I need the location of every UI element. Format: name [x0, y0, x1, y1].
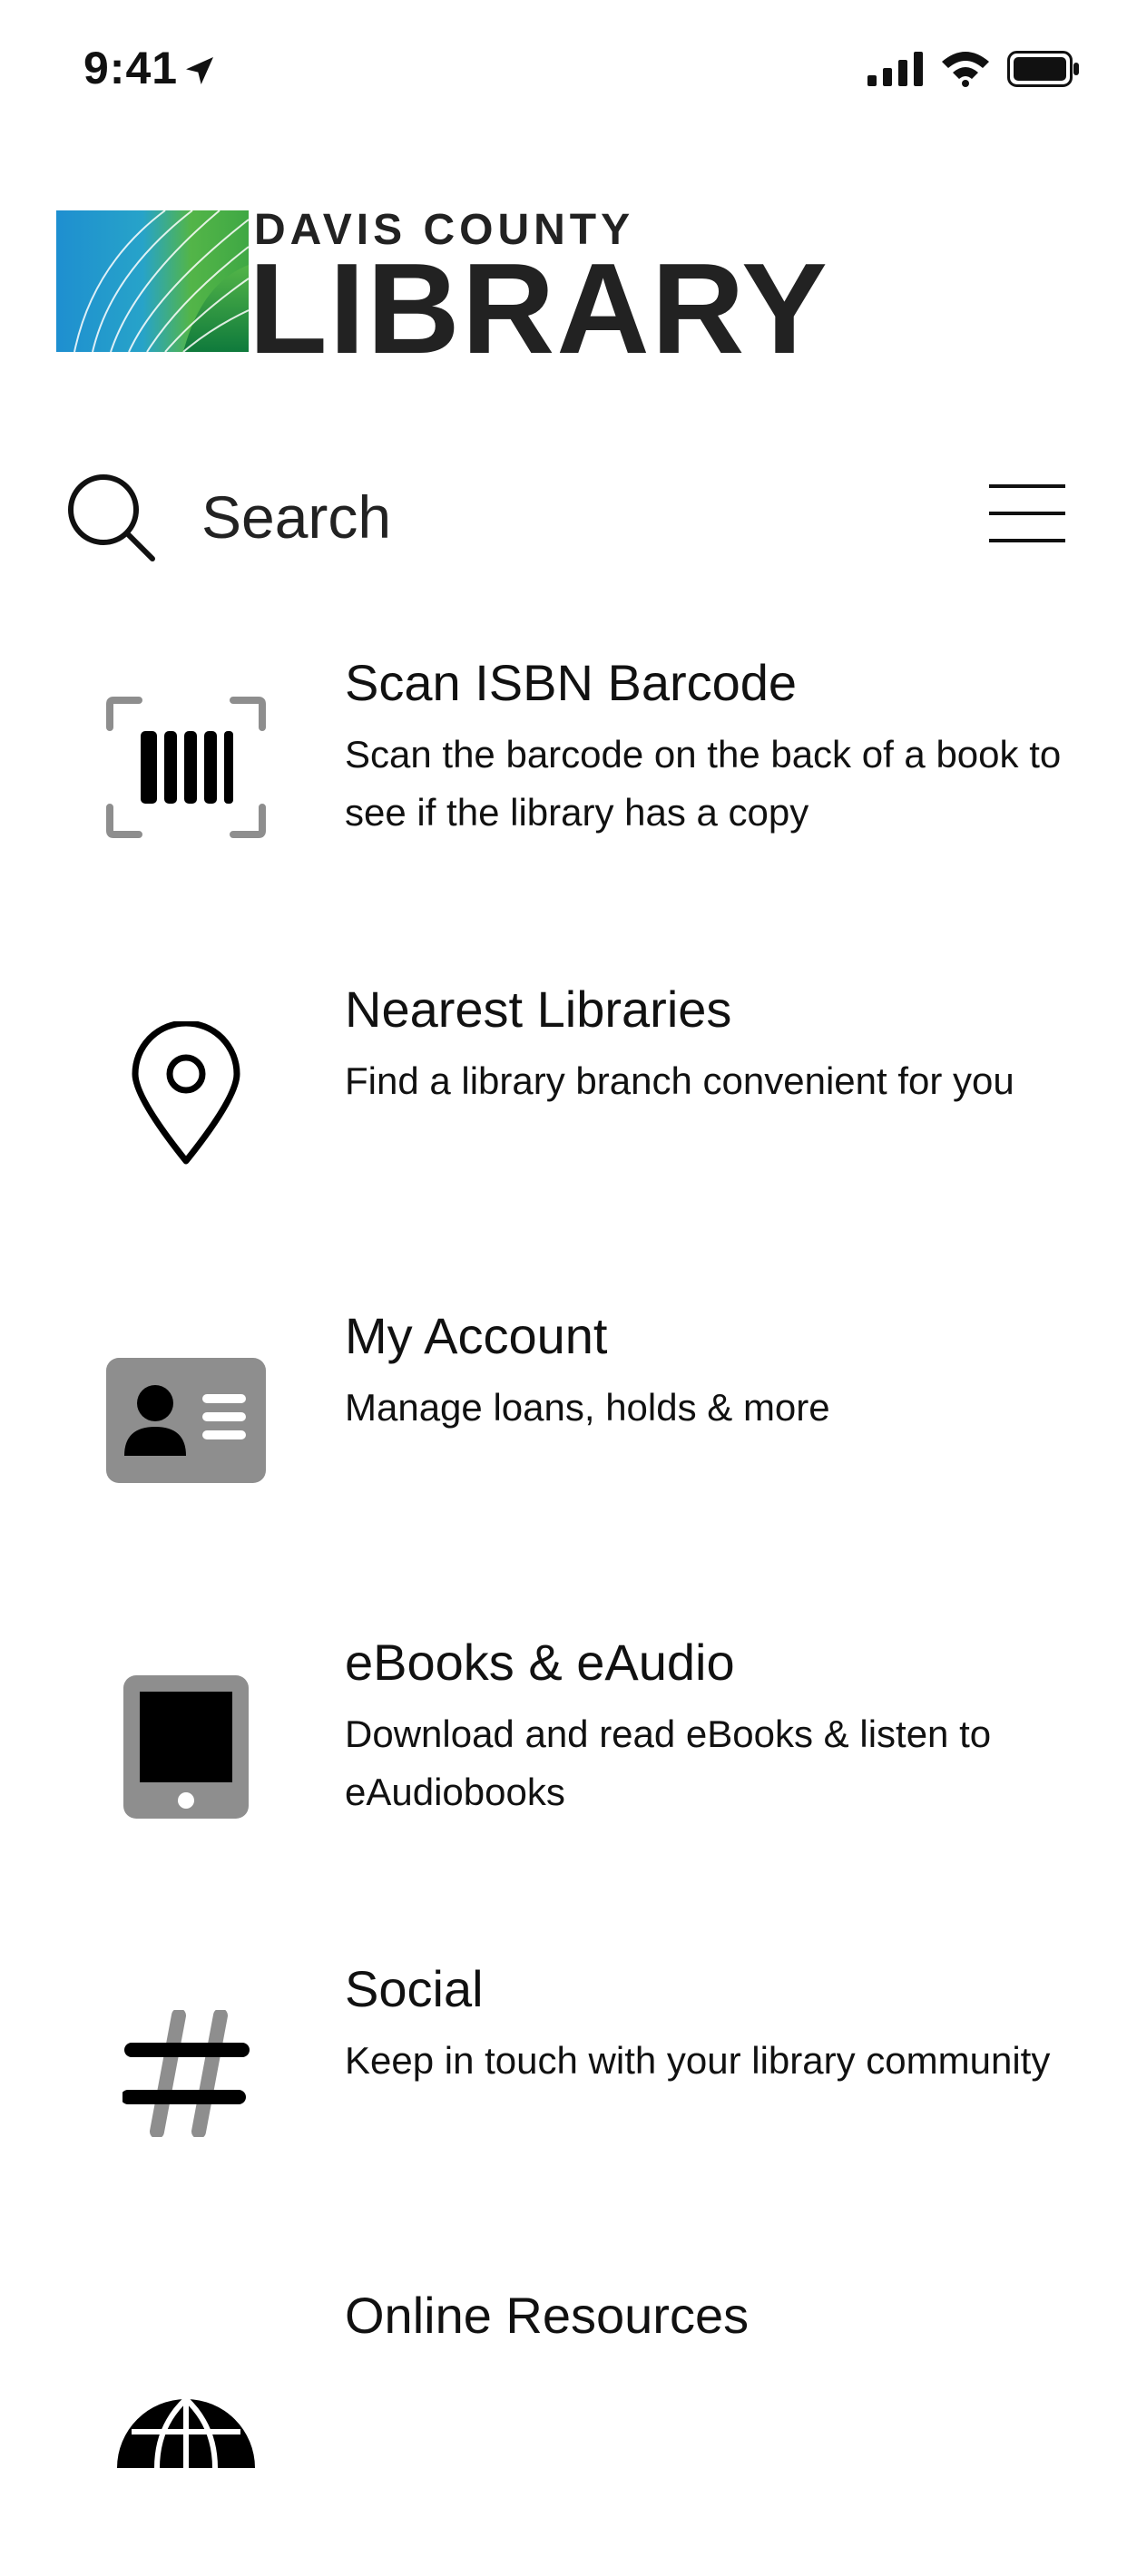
menu-item-description: Keep in touch with your library communit… [345, 2039, 1051, 2082]
hashtag-icon [95, 1983, 277, 2164]
search-icon[interactable] [64, 470, 158, 569]
menu-item-title: eBooks & eAudio [345, 1634, 735, 1691]
menu-item-scan-isbn-barcode[interactable]: Scan ISBN Barcode Scan the barcode on th… [0, 653, 1127, 943]
menu-item-description: Find a library branch convenient for you [345, 1059, 1014, 1102]
globe-icon [95, 2340, 277, 2522]
status-time: 9:41 [83, 43, 179, 93]
location-pin-icon [95, 1003, 277, 1185]
menu-item-social[interactable]: Social Keep in touch with your library c… [0, 1959, 1127, 2249]
menu-item-description: Scan the barcode on the back of a book t… [345, 733, 1062, 834]
menu-item-description: Manage loans, holds & more [345, 1386, 830, 1429]
search-bar [0, 454, 1127, 581]
menu-item-online-resources[interactable]: Online Resources [0, 2286, 1127, 2576]
menu-item-nearest-libraries[interactable]: Nearest Libraries Find a library branch … [0, 980, 1127, 1270]
hamburger-menu-icon[interactable] [989, 481, 1065, 551]
barcode-scan-icon [95, 677, 277, 858]
location-arrow-icon [181, 53, 218, 93]
cellular-signal-icon [867, 52, 924, 91]
account-card-icon [95, 1330, 277, 1511]
menu-item-ebooks-eaudio[interactable]: eBooks & eAudio Download and read eBooks… [0, 1633, 1127, 1923]
search-input[interactable] [201, 475, 837, 559]
menu-item-title: My Account [345, 1307, 608, 1364]
status-bar: 9:41 [0, 0, 1127, 136]
menu-item-my-account[interactable]: My Account Manage loans, holds & more [0, 1306, 1127, 1596]
menu-item-title: Online Resources [345, 2287, 750, 2344]
wifi-icon [940, 51, 991, 92]
tablet-icon [95, 1656, 277, 1838]
logo-library-text: LIBRARY [249, 237, 829, 381]
library-logo: DAVIS COUNTY LIBRARY [56, 206, 828, 374]
menu-item-description: Download and read eBooks & listen to eAu… [345, 1712, 992, 1813]
menu-item-title: Social [345, 1960, 484, 2017]
menu-item-title: Nearest Libraries [345, 981, 732, 1038]
battery-icon [1007, 51, 1080, 92]
status-icons [867, 51, 1080, 92]
logo-mark-icon [56, 210, 249, 352]
menu-item-title: Scan ISBN Barcode [345, 654, 798, 711]
